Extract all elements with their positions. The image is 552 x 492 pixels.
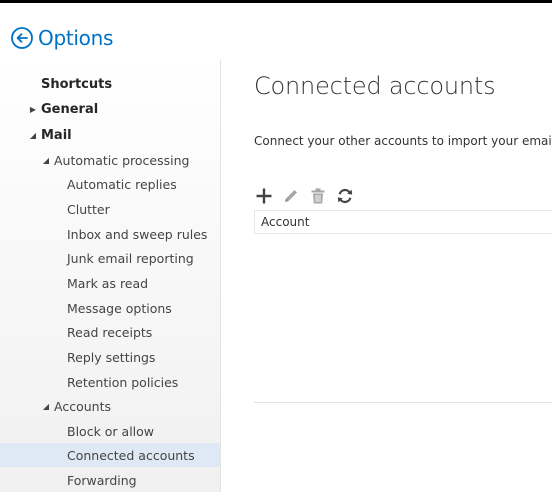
nav-item-automatic-processing[interactable]: ◢ Automatic processing <box>0 148 220 172</box>
add-icon[interactable] <box>254 186 274 206</box>
accounts-toolbar <box>254 185 362 207</box>
top-bar <box>0 0 552 3</box>
nav-item-block-or-allow[interactable]: Block or allow <box>0 419 220 443</box>
nav-item-label: Message options <box>67 300 172 316</box>
collapse-arrow-icon[interactable]: ◢ <box>41 156 51 165</box>
nav-item-automatic-replies[interactable]: Automatic replies <box>0 172 220 196</box>
nav-item-inbox-sweep-rules[interactable]: Inbox and sweep rules <box>0 222 220 246</box>
nav-item-label: Read receipts <box>67 324 153 340</box>
nav-item-message-options[interactable]: Message options <box>0 296 220 320</box>
nav-item-label: Mail <box>41 127 72 143</box>
nav-item-label: Retention policies <box>67 374 179 390</box>
nav-item-label: Accounts <box>54 398 111 414</box>
nav-item-label: Mark as read <box>67 275 149 291</box>
nav-item-mail[interactable]: ◢ Mail <box>0 123 220 147</box>
collapse-arrow-icon[interactable]: ◢ <box>41 402 51 411</box>
expand-arrow-icon[interactable]: ▶ <box>28 105 38 114</box>
nav-item-read-receipts[interactable]: Read receipts <box>0 320 220 344</box>
nav-item-accounts[interactable]: ◢ Accounts <box>0 394 220 418</box>
page-description: Connect your other accounts to import yo… <box>254 134 552 148</box>
nav-item-label: Inbox and sweep rules <box>67 226 208 242</box>
nav-item-retention-policies[interactable]: Retention policies <box>0 370 220 394</box>
nav-item-label: Clutter <box>67 201 110 217</box>
nav-item-mark-as-read[interactable]: Mark as read <box>0 271 220 295</box>
options-title[interactable]: Options <box>38 26 113 50</box>
nav-item-forwarding[interactable]: Forwarding <box>0 468 220 492</box>
refresh-icon[interactable] <box>335 186 355 206</box>
edit-icon[interactable] <box>281 186 301 206</box>
table-bottom-divider <box>254 402 552 403</box>
nav-item-connected-accounts[interactable]: Connected accounts <box>0 443 220 467</box>
nav-item-label: Connected accounts <box>67 447 195 463</box>
nav-item-reply-settings[interactable]: Reply settings <box>0 345 220 369</box>
nav-item-label: Reply settings <box>67 349 156 365</box>
delete-icon[interactable] <box>308 186 328 206</box>
accounts-table-header: Account <box>254 210 552 234</box>
nav-item-label: Automatic replies <box>67 176 177 192</box>
nav-item-junk-email-reporting[interactable]: Junk email reporting <box>0 246 220 270</box>
options-nav: Shortcuts ▶ General ◢ Mail ◢ Automatic p… <box>0 60 221 492</box>
nav-item-shortcuts[interactable]: Shortcuts <box>0 72 220 96</box>
nav-item-label: Automatic processing <box>54 152 190 168</box>
page-title: Connected accounts <box>254 72 496 100</box>
nav-item-label: Junk email reporting <box>67 250 194 266</box>
options-header[interactable]: Options <box>10 24 113 52</box>
nav-item-general[interactable]: ▶ General <box>0 97 220 121</box>
nav-item-clutter[interactable]: Clutter <box>0 197 220 221</box>
back-arrow-icon[interactable] <box>10 26 34 50</box>
nav-item-label: Shortcuts <box>41 76 113 92</box>
column-header-account[interactable]: Account <box>261 215 309 229</box>
nav-item-label: Forwarding <box>67 472 137 488</box>
nav-item-label: General <box>41 101 99 117</box>
nav-item-label: Block or allow <box>67 423 155 439</box>
main-content: Connected accounts Connect your other ac… <box>221 60 552 492</box>
collapse-arrow-icon[interactable]: ◢ <box>28 131 38 140</box>
